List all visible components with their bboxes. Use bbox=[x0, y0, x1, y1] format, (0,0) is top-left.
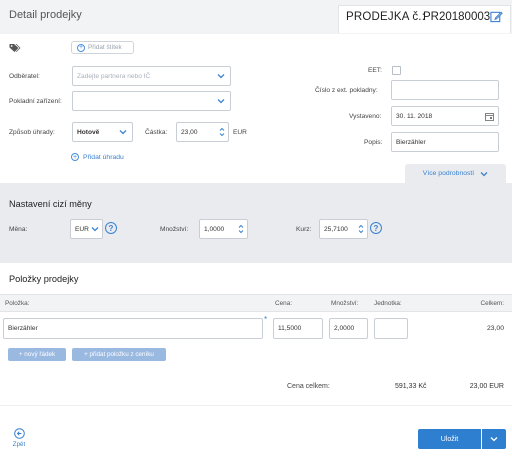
chevron-down-icon bbox=[480, 171, 488, 176]
column-unit: Jednotka: bbox=[374, 300, 402, 307]
grand-total-czk: 591,33 Kč bbox=[395, 383, 427, 390]
required-marker: * bbox=[264, 315, 268, 324]
grand-total-label: Cena celkem: bbox=[287, 383, 330, 390]
item-unit-input[interactable] bbox=[374, 318, 408, 339]
calendar-icon[interactable] bbox=[485, 112, 494, 121]
description-value: Bierzähler bbox=[396, 138, 426, 146]
column-total: Celkem: bbox=[480, 300, 504, 307]
back-arrow-icon bbox=[13, 428, 25, 439]
item-name-value: Bierzähler bbox=[8, 325, 38, 332]
spinner-icon[interactable] bbox=[358, 224, 364, 234]
item-name-input[interactable]: Bierzähler bbox=[3, 318, 263, 339]
column-price: Cena: bbox=[275, 300, 293, 307]
register-label: Pokladní zařízení: bbox=[9, 98, 62, 105]
item-quantity-value: 2,0000 bbox=[334, 325, 355, 332]
fx-quantity-input[interactable]: 1,0000 bbox=[199, 219, 248, 239]
payment-method-select[interactable]: Hotově bbox=[72, 122, 133, 142]
chevron-down-icon bbox=[217, 74, 225, 79]
description-label: Popis: bbox=[364, 139, 383, 146]
items-table-header bbox=[0, 294, 512, 312]
register-select[interactable] bbox=[72, 91, 231, 111]
amount-label: Částka: bbox=[145, 129, 168, 136]
more-details-tab[interactable]: Více podrobností bbox=[405, 164, 506, 183]
payment-method-label: Způsob úhrady: bbox=[9, 129, 55, 136]
issued-label: Vystaveno: bbox=[349, 113, 382, 120]
save-button[interactable]: Uložit bbox=[418, 429, 481, 449]
more-details-label: Více podrobností bbox=[422, 170, 475, 177]
fx-quantity-value: 1,0000 bbox=[204, 225, 225, 233]
new-row-button[interactable]: + nový řádek bbox=[8, 348, 66, 361]
foreign-currency-title: Nastavení cizí měny bbox=[9, 199, 92, 209]
chevron-down-icon bbox=[490, 437, 498, 442]
eet-checkbox[interactable] bbox=[392, 66, 401, 75]
save-options-button[interactable] bbox=[482, 429, 506, 449]
document-number: PR20180003 bbox=[423, 11, 491, 23]
fx-quantity-label: Množství: bbox=[160, 226, 189, 233]
help-icon[interactable]: ? bbox=[370, 222, 382, 234]
customer-placeholder: Zadejte partnera nebo IČ bbox=[77, 72, 151, 80]
divider bbox=[0, 405, 512, 406]
amount-currency: EUR bbox=[233, 129, 247, 136]
column-quantity: Množství: bbox=[331, 300, 359, 307]
description-input[interactable]: Bierzähler bbox=[391, 132, 499, 152]
issued-value: 30. 11. 2018 bbox=[396, 112, 433, 120]
currency-value: EUR bbox=[75, 225, 89, 233]
spinner-icon[interactable] bbox=[238, 224, 244, 234]
tags-icon bbox=[9, 44, 21, 52]
plus-circle-icon: + bbox=[77, 43, 85, 52]
chevron-down-icon bbox=[119, 130, 127, 135]
rate-value: 25,7100 bbox=[324, 225, 348, 233]
column-item: Položka: bbox=[5, 300, 30, 307]
rate-input[interactable]: 25,7100 bbox=[319, 219, 368, 239]
item-price-value: 11,5000 bbox=[278, 325, 302, 332]
back-label: Zpět bbox=[12, 441, 26, 448]
amount-value: 23,00 bbox=[181, 128, 198, 136]
issued-date-input[interactable]: 30. 11. 2018 bbox=[391, 106, 499, 126]
item-total: 23,00 bbox=[486, 325, 504, 332]
spinner-icon[interactable] bbox=[219, 127, 225, 137]
rate-label: Kurz: bbox=[296, 226, 312, 233]
amount-input[interactable]: 23,00 bbox=[176, 122, 229, 142]
currency-label: Měna: bbox=[9, 226, 28, 233]
edit-icon[interactable] bbox=[490, 10, 503, 23]
add-payment-label: Přidat úhradu bbox=[83, 153, 124, 161]
items-title: Položky prodejky bbox=[9, 274, 79, 284]
chevron-down-icon bbox=[217, 99, 225, 104]
ext-register-label: Číslo z ext. pokladny: bbox=[315, 87, 378, 94]
eet-label: EET: bbox=[368, 67, 382, 74]
ext-register-input[interactable] bbox=[391, 80, 499, 100]
customer-label: Odběratel: bbox=[9, 73, 40, 80]
add-tag-button[interactable]: + Přidat štítek bbox=[71, 41, 134, 54]
item-quantity-input[interactable]: 2,0000 bbox=[329, 318, 368, 339]
item-price-input[interactable]: 11,5000 bbox=[273, 318, 323, 339]
grand-total-eur: 23,00 EUR bbox=[469, 383, 504, 390]
add-from-pricelist-button[interactable]: + přidat položku z ceníku bbox=[72, 348, 166, 361]
help-icon[interactable]: ? bbox=[105, 222, 117, 234]
currency-select[interactable]: EUR bbox=[70, 219, 103, 239]
plus-circle-icon: + bbox=[71, 153, 79, 161]
document-label: PRODEJKA č.: bbox=[346, 11, 426, 23]
customer-select[interactable]: Zadejte partnera nebo IČ bbox=[72, 66, 231, 86]
add-tag-label: Přidat štítek bbox=[88, 44, 122, 51]
page-title: Detail prodejky bbox=[9, 9, 82, 21]
back-button[interactable]: Zpět bbox=[8, 428, 30, 448]
chevron-down-icon bbox=[91, 227, 99, 232]
payment-method-value: Hotově bbox=[77, 128, 100, 136]
add-payment-link[interactable]: + Přidat úhradu bbox=[71, 153, 124, 161]
